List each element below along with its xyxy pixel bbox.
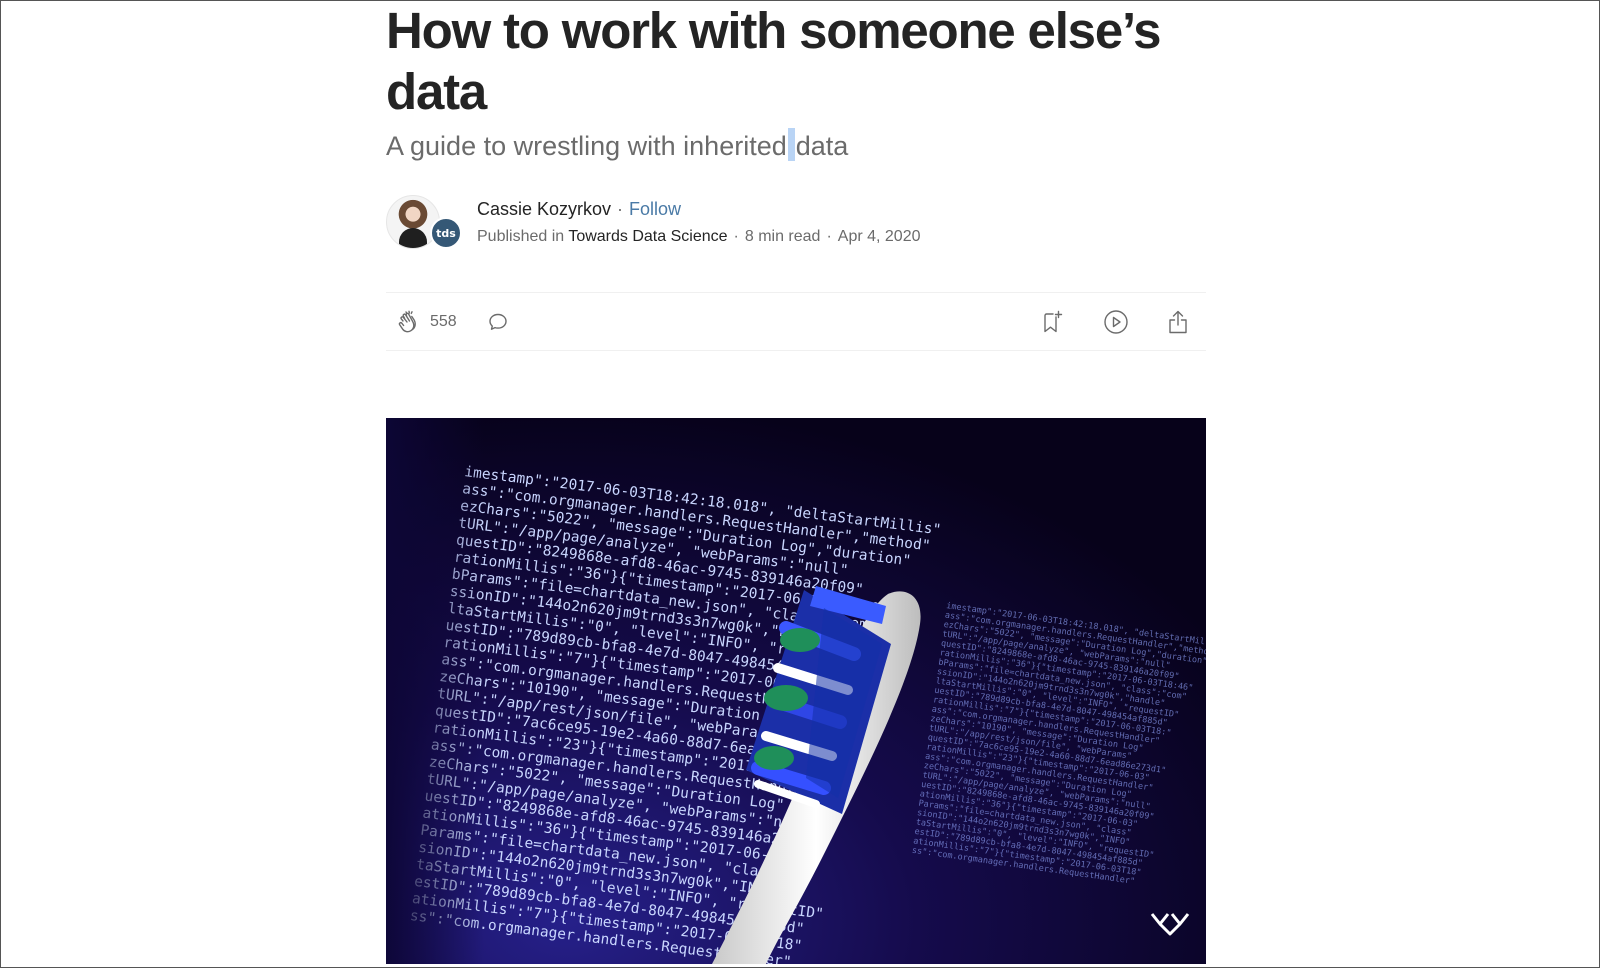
follow-button[interactable]: Follow [629,199,681,219]
publication-row: Published in Towards Data Science · 8 min … [477,226,921,248]
share-button[interactable] [1166,308,1190,336]
subtitle-text-start: A guide to wrestling with inherited [386,131,787,161]
clap-count: 558 [430,313,457,330]
read-time: 8 min read [744,228,821,245]
publish-date: Apr 4, 2020 [837,228,921,245]
subtitle-text-end: data [795,131,849,161]
author-meta: Cassie Kozyrkov · Follow Published in Towa… [477,197,921,248]
author-row: Cassie Kozyrkov · Follow [477,197,921,221]
separator: · [826,228,832,245]
play-circle-icon [1103,309,1129,335]
clap-icon [396,309,422,335]
article-title: How to work with someone else’s data [386,2,1161,120]
published-in-label: Published in [477,228,565,245]
listen-button[interactable] [1103,308,1129,336]
comment-button[interactable] [486,308,510,336]
separator: · [733,228,739,245]
publication-avatar[interactable]: tds [430,217,462,249]
publication-link[interactable]: Towards Data Science [568,228,727,245]
save-button[interactable] [1040,308,1064,336]
author-block: tds Cassie Kozyrkov · Follow Published in … [386,195,1206,251]
hero-image: imestamp":"2017-06-03T18:42:18.018", "de… [386,418,1206,964]
article-subtitle: A guide to wrestling with inherited data [386,128,848,164]
author-name[interactable]: Cassie Kozyrkov [477,199,611,219]
text-cursor [787,128,795,161]
action-bar: 558 [386,292,1206,351]
bookmark-add-icon [1040,309,1064,335]
clap-button[interactable]: 558 [396,308,457,336]
separator: · [617,199,624,219]
comment-icon [486,310,510,334]
share-icon [1166,309,1190,335]
